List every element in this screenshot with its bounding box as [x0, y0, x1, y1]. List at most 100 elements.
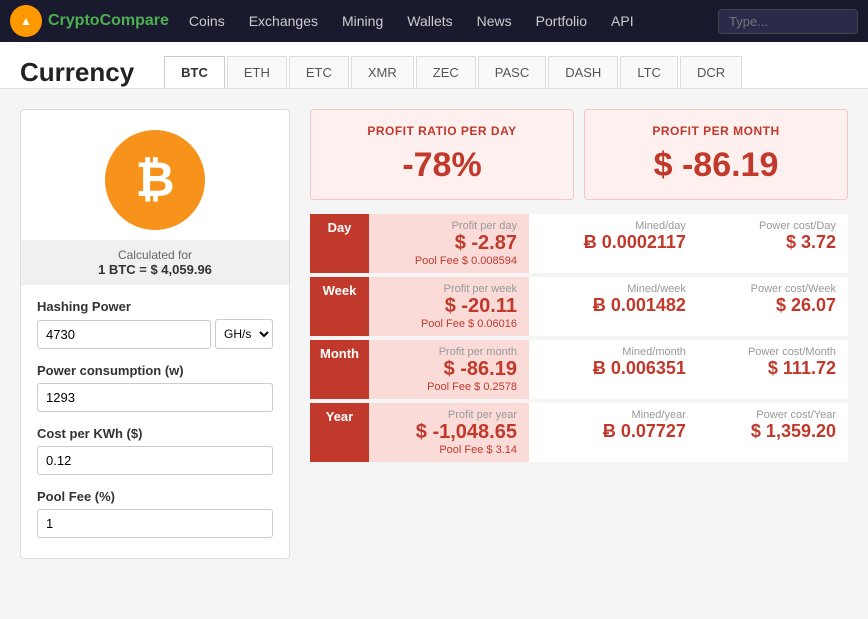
tab-pasc[interactable]: PASC [478, 56, 546, 88]
tab-btc[interactable]: BTC [164, 56, 225, 88]
table-row: Year Profit per year $ -1,048.65 Pool Fe… [310, 401, 848, 464]
profit-summary: PROFIT RATIO PER DAY -78% PROFIT PER MON… [310, 109, 848, 200]
power-consumption-section: Power consumption (w) [21, 363, 289, 412]
main-content: ₿ Calculated for 1 BTC = $ 4,059.96 Hash… [0, 89, 868, 579]
profit-value: $ -2.87 [381, 232, 517, 255]
power-consumption-label: Power consumption (w) [37, 363, 273, 378]
power-label: Power cost/Month [710, 346, 836, 358]
mined-label: Mined/week [541, 283, 686, 295]
logo-text: CryptoCompare [48, 12, 169, 30]
mined-cell: Mined/day Ƀ 0.0002117 [529, 214, 698, 275]
mined-cell: Mined/month Ƀ 0.006351 [529, 338, 698, 401]
tab-dash[interactable]: DASH [548, 56, 618, 88]
nav-links: Coins Exchanges Mining Wallets News Port… [189, 13, 718, 29]
power-label: Power cost/Year [710, 409, 836, 421]
tab-dcr[interactable]: DCR [680, 56, 742, 88]
period-cell: Year [310, 401, 369, 464]
table-row: Week Profit per week $ -20.11 Pool Fee $… [310, 275, 848, 338]
table-row: Month Profit per month $ -86.19 Pool Fee… [310, 338, 848, 401]
profit-month-value: $ -86.19 [605, 146, 827, 185]
period-cell: Month [310, 338, 369, 401]
logo[interactable]: ▲ CryptoCompare [10, 5, 169, 37]
page-title: Currency [20, 57, 134, 88]
power-value: $ 3.72 [710, 232, 836, 253]
nav-wallets[interactable]: Wallets [407, 13, 452, 29]
power-label: Power cost/Day [710, 220, 836, 232]
profit-month-card: PROFIT PER MONTH $ -86.19 [584, 109, 848, 200]
profit-cell: Profit per month $ -86.19 Pool Fee $ 0.2… [369, 338, 529, 401]
mined-value: Ƀ 0.001482 [541, 295, 686, 316]
profit-value: $ -1,048.65 [381, 421, 517, 444]
hashing-power-label: Hashing Power [37, 299, 273, 314]
calculated-for-area: Calculated for 1 BTC = $ 4,059.96 [21, 240, 289, 285]
calculated-for-label: Calculated for [29, 248, 281, 262]
profit-cell: Profit per week $ -20.11 Pool Fee $ 0.06… [369, 275, 529, 338]
hashing-power-section: Hashing Power GH/s TH/s MH/s [21, 299, 289, 349]
nav-news[interactable]: News [477, 13, 512, 29]
coin-logo-area: ₿ [21, 110, 289, 240]
power-consumption-input[interactable] [37, 383, 273, 412]
currency-header: Currency BTC ETH ETC XMR ZEC PASC DASH L… [0, 42, 868, 89]
btc-logo: ₿ [105, 130, 205, 230]
period-cell: Day [310, 214, 369, 275]
profit-ratio-value: -78% [331, 146, 553, 185]
power-value: $ 26.07 [710, 295, 836, 316]
power-cell: Power cost/Day $ 3.72 [698, 214, 848, 275]
tab-ltc[interactable]: LTC [620, 56, 678, 88]
mined-cell: Mined/week Ƀ 0.001482 [529, 275, 698, 338]
power-label: Power cost/Week [710, 283, 836, 295]
table-row: Day Profit per day $ -2.87 Pool Fee $ 0.… [310, 214, 848, 275]
nav-api[interactable]: API [611, 13, 634, 29]
cost-per-kwh-input[interactable] [37, 446, 273, 475]
nav-portfolio[interactable]: Portfolio [536, 13, 587, 29]
tab-eth[interactable]: ETH [227, 56, 287, 88]
navbar: ▲ CryptoCompare Coins Exchanges Mining W… [0, 0, 868, 42]
pool-fee-value: Pool Fee $ 0.008594 [381, 255, 517, 267]
profit-cell: Profit per year $ -1,048.65 Pool Fee $ 3… [369, 401, 529, 464]
pool-fee-label: Pool Fee (%) [37, 489, 273, 504]
mined-cell: Mined/year Ƀ 0.07727 [529, 401, 698, 464]
pool-fee-value: Pool Fee $ 3.14 [381, 444, 517, 456]
pool-fee-input[interactable] [37, 509, 273, 538]
mined-label: Mined/day [541, 220, 686, 232]
mined-label: Mined/year [541, 409, 686, 421]
mined-value: Ƀ 0.07727 [541, 421, 686, 442]
logo-icon: ▲ [10, 5, 42, 37]
tab-xmr[interactable]: XMR [351, 56, 414, 88]
profit-label: Profit per month [381, 346, 517, 358]
profit-table: Day Profit per day $ -2.87 Pool Fee $ 0.… [310, 214, 848, 466]
search-input[interactable] [718, 9, 858, 34]
profit-value: $ -20.11 [381, 295, 517, 318]
right-panel: PROFIT RATIO PER DAY -78% PROFIT PER MON… [310, 109, 848, 559]
currency-tabs: BTC ETH ETC XMR ZEC PASC DASH LTC DCR [164, 56, 744, 88]
mined-label: Mined/month [541, 346, 686, 358]
hashing-power-input[interactable] [37, 320, 211, 349]
calculated-for-value: 1 BTC = $ 4,059.96 [29, 262, 281, 277]
profit-ratio-card: PROFIT RATIO PER DAY -78% [310, 109, 574, 200]
hashing-power-unit-select[interactable]: GH/s TH/s MH/s [215, 319, 273, 349]
pool-fee-value: Pool Fee $ 0.06016 [381, 318, 517, 330]
cost-per-kwh-label: Cost per KWh ($) [37, 426, 273, 441]
profit-value: $ -86.19 [381, 358, 517, 381]
nav-mining[interactable]: Mining [342, 13, 383, 29]
tab-etc[interactable]: ETC [289, 56, 349, 88]
power-cell: Power cost/Year $ 1,359.20 [698, 401, 848, 464]
profit-month-label: PROFIT PER MONTH [605, 124, 827, 138]
profit-label: Profit per day [381, 220, 517, 232]
period-cell: Week [310, 275, 369, 338]
nav-coins[interactable]: Coins [189, 13, 225, 29]
mined-value: Ƀ 0.006351 [541, 358, 686, 379]
pool-fee-section: Pool Fee (%) [21, 489, 289, 538]
profit-label: Profit per week [381, 283, 517, 295]
power-cell: Power cost/Month $ 111.72 [698, 338, 848, 401]
left-panel: ₿ Calculated for 1 BTC = $ 4,059.96 Hash… [20, 109, 290, 559]
power-value: $ 111.72 [710, 358, 836, 379]
mined-value: Ƀ 0.0002117 [541, 232, 686, 253]
profit-label: Profit per year [381, 409, 517, 421]
nav-exchanges[interactable]: Exchanges [249, 13, 318, 29]
power-value: $ 1,359.20 [710, 421, 836, 442]
tab-zec[interactable]: ZEC [416, 56, 476, 88]
power-cell: Power cost/Week $ 26.07 [698, 275, 848, 338]
profit-cell: Profit per day $ -2.87 Pool Fee $ 0.0085… [369, 214, 529, 275]
cost-per-kwh-section: Cost per KWh ($) [21, 426, 289, 475]
